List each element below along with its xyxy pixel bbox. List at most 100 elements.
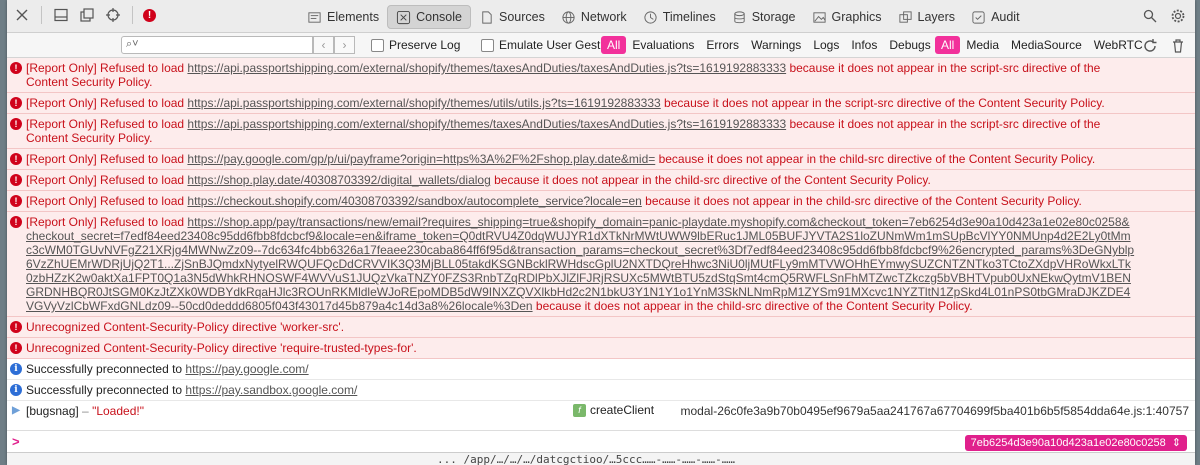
- message-url[interactable]: https://api.passportshipping.com/externa…: [187, 117, 786, 131]
- refresh-icon[interactable]: [1141, 37, 1159, 55]
- log-dash: –: [78, 404, 93, 418]
- console-message[interactable]: ! [Report Only] Refused to load https://…: [7, 170, 1195, 191]
- console-message[interactable]: ! [Report Only] Refused to load https://…: [7, 58, 1195, 93]
- console-message[interactable]: ! [Report Only] Refused to load https://…: [7, 149, 1195, 170]
- tab-console[interactable]: Console: [387, 5, 471, 29]
- web-inspector: ! Elements Console Sources Network Timel…: [7, 0, 1195, 465]
- source-filters: All Media MediaSource WebRTC: [935, 36, 1149, 54]
- message-text: Successfully preconnected to: [26, 383, 186, 397]
- execution-context-selector[interactable]: 7eb6254d3e90a10d423a1e02e80c0258 ⇕: [964, 435, 1187, 451]
- log-tag: [bugsnag]: [26, 404, 79, 418]
- emulate-user-gesture-checkbox[interactable]: Emulate User Gesture: [481, 38, 618, 52]
- search-icon[interactable]: [1141, 7, 1159, 25]
- info-icon: i: [10, 384, 22, 396]
- error-indicator-icon[interactable]: !: [143, 8, 156, 22]
- network-icon: [562, 10, 575, 24]
- checkbox-label: Emulate User Gesture: [499, 38, 618, 52]
- tab-graphics[interactable]: Graphics: [804, 6, 890, 28]
- console-filter-bar: ⌕˅ ‹ › Preserve Log Emulate User Gesture…: [7, 33, 1195, 58]
- message-url[interactable]: https://pay.google.com/gp/p/ui/payframe?…: [187, 152, 655, 166]
- message-url[interactable]: https://pay.sandbox.google.com/: [185, 383, 357, 397]
- message-text: [Report Only] Refused to load: [26, 61, 188, 75]
- filter-evaluations[interactable]: Evaluations: [626, 36, 700, 54]
- console-message[interactable]: ! Unrecognized Content-Security-Policy d…: [7, 338, 1195, 359]
- message-url[interactable]: https://api.passportshipping.com/externa…: [187, 96, 660, 110]
- function-badge[interactable]: f createClient: [573, 403, 654, 417]
- tab-bar: ! Elements Console Sources Network Timel…: [7, 0, 1195, 33]
- filter-all[interactable]: All: [601, 36, 627, 54]
- message-url[interactable]: https://api.passportshipping.com/externa…: [187, 61, 786, 75]
- tabbar-actions: [1141, 7, 1187, 25]
- checkbox-box[interactable]: [371, 38, 384, 52]
- panel-tabs: Elements Console Sources Network Timelin…: [299, 5, 1028, 29]
- console-message[interactable]: ! [Report Only] Refused to load https://…: [7, 93, 1195, 114]
- filter-source-all[interactable]: All: [935, 36, 961, 54]
- prompt-caret-icon: >: [12, 434, 20, 449]
- background-page-strip: ... /app/…/…/…/datcgctioo/…5ccc……-……-……-…: [7, 452, 1195, 465]
- storage-icon: [734, 10, 745, 23]
- previous-match-button[interactable]: ‹: [313, 36, 334, 54]
- console-message-log[interactable]: ▶ [bugsnag] – "Loaded!" f createClient m…: [7, 401, 1195, 421]
- tab-audit[interactable]: Audit: [963, 6, 1028, 28]
- preserve-log-checkbox[interactable]: Preserve Log: [371, 38, 460, 52]
- tab-sources[interactable]: Sources: [471, 6, 553, 28]
- message-url[interactable]: https://pay.google.com/: [185, 362, 308, 376]
- trash-icon[interactable]: [1169, 37, 1187, 55]
- filter-webrtc[interactable]: WebRTC: [1088, 36, 1149, 54]
- crosshair-icon[interactable]: [104, 6, 122, 24]
- filter-media[interactable]: Media: [960, 36, 1005, 54]
- tab-timelines[interactable]: Timelines: [635, 6, 724, 28]
- checkbox-box[interactable]: [481, 38, 494, 52]
- tab-network[interactable]: Network: [553, 6, 635, 28]
- filter-mediasource[interactable]: MediaSource: [1005, 36, 1088, 54]
- message-text: [Report Only] Refused to load: [26, 96, 188, 110]
- console-message[interactable]: ! Unrecognized Content-Security-Policy d…: [7, 317, 1195, 338]
- execution-context-label: 7eb6254d3e90a10d423a1e02e80c0258: [970, 437, 1166, 449]
- error-icon: !: [10, 342, 22, 354]
- console-prompt[interactable]: > 7eb6254d3e90a10d423a1e02e80c0258 ⇕: [7, 430, 1195, 453]
- log-arrow-icon: ▶: [12, 405, 20, 416]
- window-controls: !: [13, 6, 156, 24]
- filter-infos[interactable]: Infos: [845, 36, 883, 54]
- checkbox-label: Preserve Log: [389, 38, 461, 52]
- message-text: because it does not appear in the child-…: [641, 194, 1082, 208]
- message-text: Successfully preconnected to: [26, 362, 186, 376]
- filter-warnings[interactable]: Warnings: [745, 36, 807, 54]
- message-text: [Report Only] Refused to load: [26, 215, 188, 229]
- tab-label: Graphics: [831, 10, 882, 24]
- tab-label: Sources: [498, 10, 545, 24]
- gear-icon[interactable]: [1169, 7, 1187, 25]
- console-message[interactable]: i Successfully preconnected to https://p…: [7, 380, 1195, 401]
- undock-icon[interactable]: [78, 6, 96, 24]
- console-message[interactable]: ! [Report Only] Refused to load https://…: [7, 212, 1195, 317]
- message-url[interactable]: https://checkout.shopify.com/40308703392…: [187, 194, 641, 208]
- filter-errors[interactable]: Errors: [700, 36, 745, 54]
- error-icon: !: [10, 216, 22, 228]
- error-icon: !: [10, 97, 22, 109]
- message-url[interactable]: https://shop.play.date/40308703392/digit…: [187, 173, 490, 187]
- level-filters: All Evaluations Errors Warnings Logs Inf…: [601, 36, 937, 54]
- console-icon: [397, 10, 411, 24]
- chevron-updown-icon: ⇕: [1171, 437, 1181, 449]
- console-message[interactable]: ! [Report Only] Refused to load https://…: [7, 114, 1195, 149]
- filter-search-input[interactable]: ⌕˅: [121, 36, 313, 54]
- search-nav: ‹ ›: [313, 36, 355, 54]
- timelines-icon: [644, 10, 657, 24]
- error-icon: !: [10, 174, 22, 186]
- console-message[interactable]: ! [Report Only] Refused to load https://…: [7, 191, 1195, 212]
- message-text: Unrecognized Content-Security-Policy dir…: [26, 320, 345, 334]
- console-messages: ! [Report Only] Refused to load https://…: [7, 58, 1195, 430]
- function-icon: f: [573, 403, 586, 417]
- tab-layers[interactable]: Layers: [890, 6, 964, 28]
- filter-debugs[interactable]: Debugs: [883, 36, 936, 54]
- tab-label: Network: [580, 10, 627, 24]
- message-text: [Report Only] Refused to load: [26, 152, 188, 166]
- tab-elements[interactable]: Elements: [299, 6, 387, 28]
- next-match-button[interactable]: ›: [334, 36, 355, 54]
- dock-bottom-icon[interactable]: [52, 6, 70, 24]
- close-icon[interactable]: [13, 6, 31, 24]
- filter-logs[interactable]: Logs: [807, 36, 845, 54]
- source-location-link[interactable]: modal-26c0fe3a9b70b0495ef9679a5aa241767a…: [681, 404, 1189, 418]
- tab-storage[interactable]: Storage: [724, 6, 804, 28]
- console-message[interactable]: i Successfully preconnected to https://p…: [7, 359, 1195, 380]
